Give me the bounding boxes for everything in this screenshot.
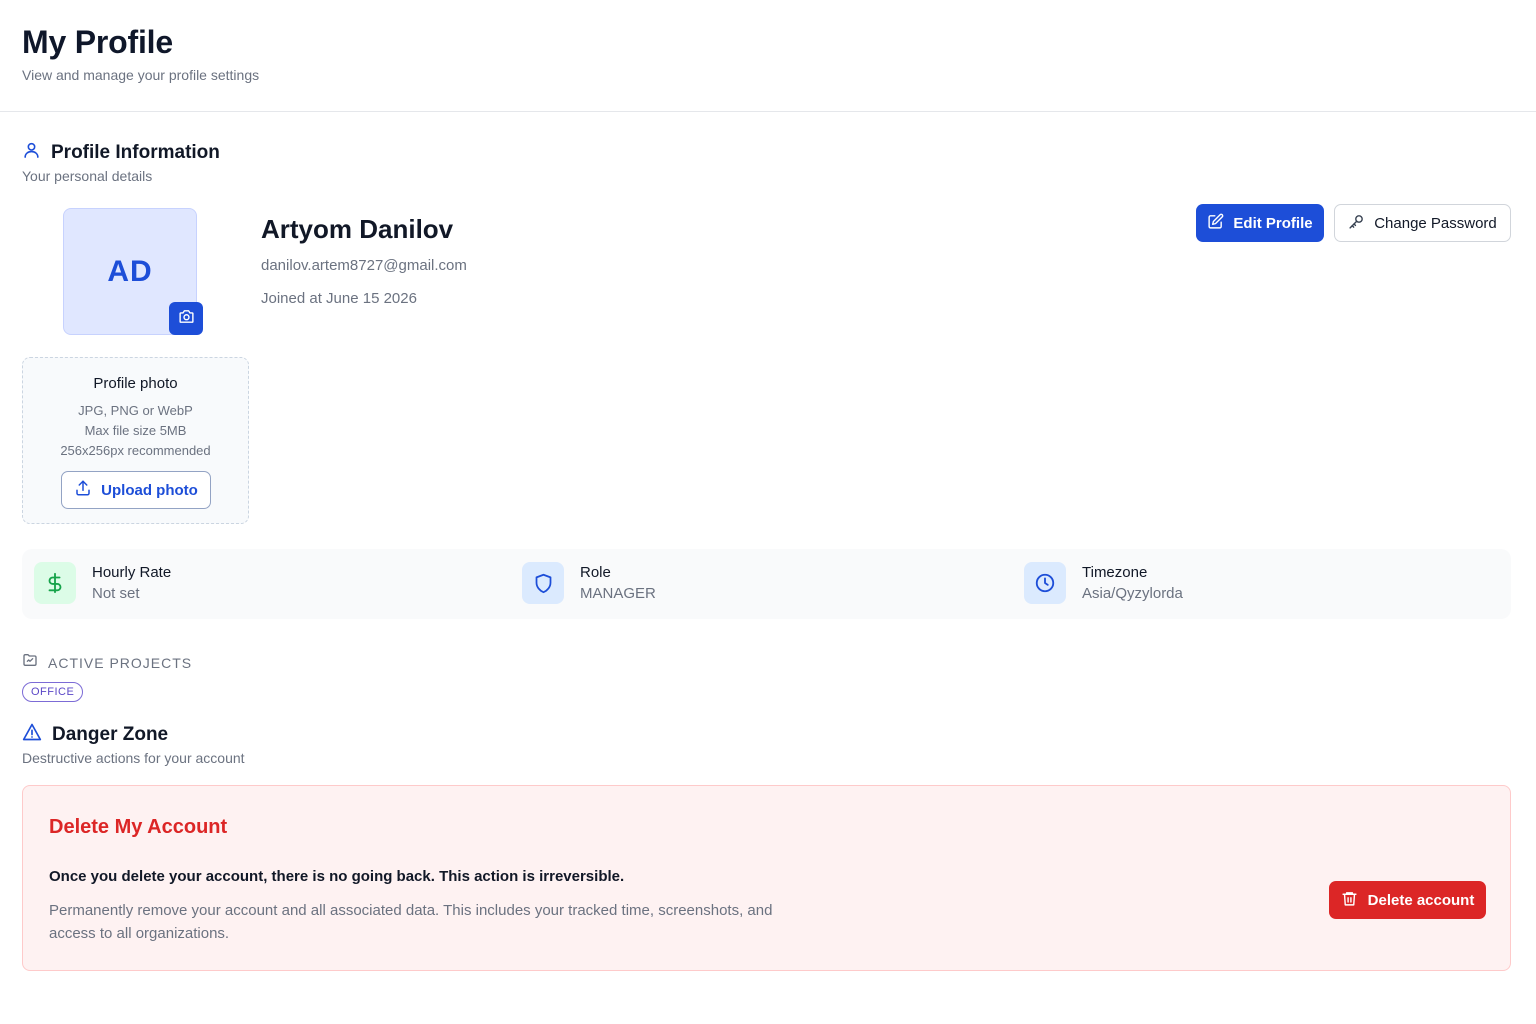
stat-label: Timezone (1082, 564, 1148, 581)
delete-account-button[interactable]: Delete account (1329, 881, 1486, 919)
upload-icon (74, 479, 92, 501)
delete-account-label: Delete account (1367, 891, 1475, 909)
danger-zone-subtitle: Destructive actions for your account (22, 750, 245, 766)
stat-value: Asia/Qyzylorda (1082, 585, 1183, 602)
danger-zone-title: Danger Zone (52, 723, 169, 745)
change-avatar-button[interactable] (169, 302, 203, 335)
stat-value: MANAGER (580, 585, 656, 602)
active-projects-title: ACTIVE PROJECTS (48, 654, 193, 671)
trash-icon (1341, 890, 1358, 911)
edit-icon (1207, 213, 1224, 234)
delete-account-title: Delete My Account (49, 816, 228, 838)
change-password-button[interactable]: Change Password (1334, 204, 1511, 242)
avatar-initials: AD (107, 254, 153, 288)
folder-icon (22, 652, 38, 673)
stat-label: Role (580, 564, 611, 581)
page-title: My Profile (22, 24, 173, 60)
profile-section-subtitle: Your personal details (22, 168, 153, 184)
change-password-label: Change Password (1374, 214, 1497, 232)
danger-zone-header: Danger Zone (22, 722, 168, 747)
user-name: Artyom Danilov (261, 214, 454, 244)
profile-stats-bar: Hourly Rate Not set Role MANAGER Timezon… (22, 549, 1511, 619)
warning-icon (22, 722, 42, 747)
stat-role: Role MANAGER (522, 562, 656, 604)
delete-account-warning: Once you delete your account, there is n… (49, 868, 625, 885)
dollar-icon (34, 562, 76, 604)
key-icon (1348, 213, 1365, 234)
user-email: danilov.artem8727@gmail.com (261, 257, 467, 274)
shield-icon (522, 562, 564, 604)
upload-formats: JPG, PNG or WebP (78, 403, 193, 418)
stat-value: Not set (92, 585, 140, 602)
edit-profile-label: Edit Profile (1233, 214, 1313, 232)
upload-photo-button[interactable]: Upload photo (61, 471, 211, 509)
upload-recommended: 256x256px recommended (60, 443, 211, 458)
upload-title: Profile photo (93, 375, 178, 392)
stat-timezone: Timezone Asia/Qyzylorda (1024, 562, 1183, 604)
stat-hourly-rate: Hourly Rate Not set (34, 562, 171, 604)
upload-photo-label: Upload photo (101, 481, 198, 499)
page-subtitle: View and manage your profile settings (22, 67, 260, 83)
user-icon (22, 140, 41, 165)
delete-account-card: Delete My Account Once you delete your a… (22, 785, 1511, 971)
page-header: My Profile View and manage your profile … (0, 0, 1536, 112)
upload-max-size: Max file size 5MB (84, 423, 187, 438)
user-joined-date: Joined at June 15 2026 (261, 290, 417, 307)
main-content: Profile Information Your personal detail… (0, 112, 1536, 1024)
profile-section-header: Profile Information (22, 140, 220, 165)
active-projects-header: ACTIVE PROJECTS (22, 652, 192, 673)
profile-section-title: Profile Information (51, 141, 220, 163)
profile-photo-upload-panel: Profile photo JPG, PNG or WebP Max file … (22, 357, 249, 524)
camera-icon (178, 308, 195, 330)
delete-account-description: Permanently remove your account and all … (49, 902, 773, 942)
edit-profile-button[interactable]: Edit Profile (1196, 204, 1324, 242)
project-badge[interactable]: OFFICE (22, 682, 84, 702)
stat-label: Hourly Rate (92, 564, 172, 581)
clock-icon (1024, 562, 1066, 604)
